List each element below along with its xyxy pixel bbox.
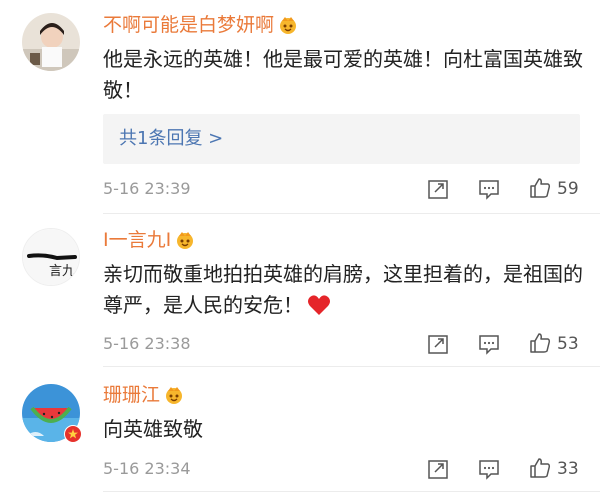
crown-icon xyxy=(177,232,194,249)
like-icon[interactable] xyxy=(528,331,552,355)
comment-icon[interactable] xyxy=(477,457,501,481)
username[interactable]: 珊珊江 xyxy=(103,383,185,407)
comment-icon[interactable] xyxy=(477,177,501,201)
share-icon[interactable] xyxy=(426,177,450,201)
comment-icon[interactable] xyxy=(477,332,501,356)
like-count: 59 xyxy=(557,179,579,199)
user-avatar[interactable]: 言九 xyxy=(22,228,80,286)
like-icon[interactable] xyxy=(528,456,552,480)
share-icon[interactable] xyxy=(426,332,450,356)
comment-text: 向英雄致敬 xyxy=(103,417,203,441)
username-text[interactable]: 珊珊江 xyxy=(103,384,160,406)
divider xyxy=(103,366,600,367)
crown-icon xyxy=(280,17,297,34)
like-count: 33 xyxy=(557,459,579,479)
divider xyxy=(103,213,600,214)
comment-time: 5-16 23:38 xyxy=(103,334,191,353)
like-count: 53 xyxy=(557,334,579,354)
comment-text: 他是永远的英雄！他是最可爱的英雄！向杜富国英雄致敬！ xyxy=(103,47,583,102)
comment-time: 5-16 23:39 xyxy=(103,179,191,198)
reply-summary-box[interactable]: 共1条回复 > xyxy=(103,114,580,164)
heart-emoji xyxy=(308,295,330,315)
comment-text-content: 亲切而敬重地拍拍英雄的肩膀，这里担着的，是祖国的尊严，是人民的安危！ xyxy=(103,262,583,317)
flag-badge-icon xyxy=(64,425,82,443)
svg-text:言九: 言九 xyxy=(49,264,75,279)
comment-text: 亲切而敬重地拍拍英雄的肩膀，这里担着的，是祖国的尊严，是人民的安危！ xyxy=(103,259,583,321)
username-text[interactable]: I一言九I xyxy=(103,229,171,251)
like-icon[interactable] xyxy=(528,176,552,200)
crown-icon xyxy=(166,387,183,404)
comment-time: 5-16 23:34 xyxy=(103,459,191,478)
share-icon[interactable] xyxy=(426,457,450,481)
view-replies-link[interactable]: 共1条回复 > xyxy=(119,126,223,152)
divider xyxy=(103,491,600,492)
username[interactable]: 不啊可能是白梦妍啊 xyxy=(103,13,299,37)
user-avatar[interactable] xyxy=(22,13,80,71)
username-text[interactable]: 不啊可能是白梦妍啊 xyxy=(103,14,274,36)
username[interactable]: I一言九I xyxy=(103,228,196,252)
